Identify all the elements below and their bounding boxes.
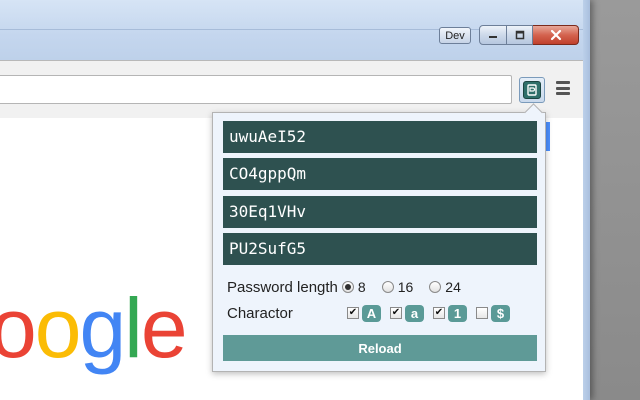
length-option-label: 16	[397, 279, 414, 295]
browser-toolbar	[0, 60, 583, 118]
logo-letter: o	[0, 281, 37, 375]
close-icon	[550, 29, 561, 41]
length-option-24[interactable]: 24	[429, 279, 473, 295]
window-frame-right	[583, 0, 590, 400]
logo-letter: g	[79, 281, 126, 375]
maximize-button[interactable]	[507, 25, 533, 45]
char-badge: 1	[448, 304, 467, 322]
password-length-label: Password length	[227, 278, 338, 296]
radio-button[interactable]	[429, 281, 442, 293]
length-option-8[interactable]: 8	[341, 279, 378, 295]
char-option-symbols[interactable]: $	[476, 304, 510, 322]
generated-password[interactable]: 30Eq1VHv	[223, 196, 537, 228]
char-option-lowercase[interactable]: ✔ a	[390, 304, 424, 322]
length-option-label: 8	[357, 279, 366, 295]
charactor-row: Charactor	[227, 303, 293, 323]
charactor-options: ✔ A ✔ a ✔ 1 $	[347, 303, 519, 323]
logo-letter: l	[124, 281, 143, 375]
dev-channel-badge: Dev	[439, 27, 471, 44]
generated-password[interactable]: CO4gppQm	[223, 158, 537, 190]
password-generator-popup: uwuAeI52 CO4gppQm 30Eq1VHv PU2SufG5 Pass…	[212, 112, 546, 372]
checkbox-checked[interactable]: ✔	[433, 307, 445, 319]
char-badge: A	[362, 304, 381, 322]
logo-letter: o	[34, 281, 82, 375]
logo-letter: e	[140, 281, 188, 375]
char-option-uppercase[interactable]: ✔ A	[347, 304, 381, 322]
checkbox-checked[interactable]: ✔	[347, 307, 359, 319]
radio-button[interactable]	[381, 281, 394, 293]
minimize-button[interactable]	[479, 25, 507, 45]
hamburger-menu-icon[interactable]	[556, 81, 570, 95]
password-generator-icon	[523, 81, 541, 99]
minimize-icon	[489, 36, 497, 38]
length-option-16[interactable]: 16	[381, 279, 426, 295]
generated-password[interactable]: uwuAeI52	[223, 121, 537, 153]
password-generator-extension-button[interactable]	[519, 77, 545, 103]
char-badge: $	[491, 304, 510, 322]
radio-button[interactable]	[341, 281, 354, 293]
reload-button[interactable]: Reload	[223, 335, 537, 361]
checkbox-unchecked[interactable]	[476, 307, 488, 319]
caption-buttons	[479, 25, 579, 45]
checkbox-checked[interactable]: ✔	[390, 307, 402, 319]
page-button-edge	[546, 122, 550, 151]
generated-password[interactable]: PU2SufG5	[223, 233, 537, 265]
char-option-digits[interactable]: ✔ 1	[433, 304, 467, 322]
google-logo: oogle	[0, 286, 188, 370]
length-option-label: 24	[445, 279, 461, 295]
close-button[interactable]	[533, 25, 579, 45]
char-badge: a	[405, 304, 424, 322]
password-length-row: Password length 8 16 24	[227, 277, 473, 297]
charactor-label: Charactor	[227, 304, 293, 322]
omnibox-input[interactable]	[0, 75, 512, 104]
maximize-icon	[515, 30, 524, 40]
